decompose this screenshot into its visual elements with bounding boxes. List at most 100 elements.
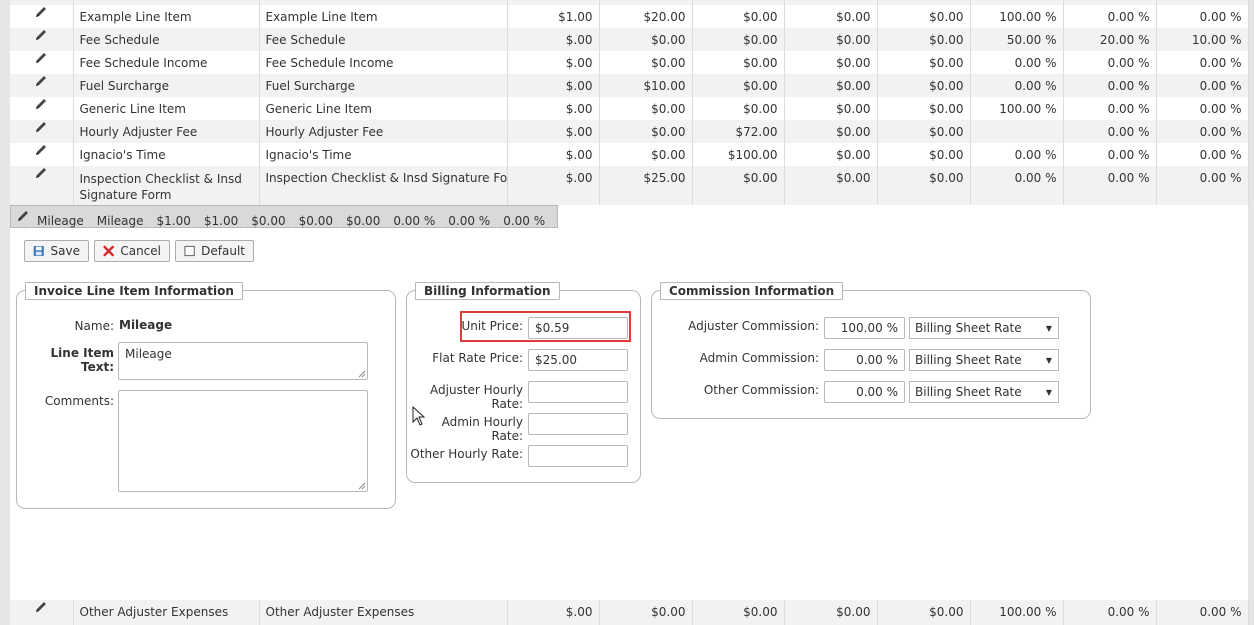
table-row[interactable]: Ignacio's Time Ignacio's Time $.00 $0.00 $10… [10, 143, 1249, 166]
value-cell-p2: 0.00 % [1063, 166, 1157, 205]
table-row[interactable]: Fuel Surcharge Fuel Surcharge $.00 $10.00 $0… [10, 74, 1249, 97]
table-row[interactable]: Inspection Checklist & Insd Signature Fo… [10, 166, 1249, 205]
line-item-text-cell: Generic Line Item [259, 97, 508, 120]
table-row[interactable]: Hourly Adjuster Fee Hourly Adjuster Fee $.… [10, 120, 1249, 143]
value-cell-c4: $0.00 [784, 600, 878, 625]
right-scrollbar-track[interactable] [1248, 0, 1254, 625]
other-commission-input[interactable]: 0.00 % [824, 381, 905, 403]
value-cell-c3: $100.00 [692, 143, 785, 166]
comments-label: Comments: [44, 394, 114, 408]
value-cell-p1: 0.00 % [970, 166, 1064, 205]
value-cell-p2: 0.00 % [441, 209, 498, 228]
value-cell-c3: $0.00 [692, 97, 785, 120]
adjuster-commission-label: Adjuster Commission: [688, 319, 819, 333]
flat-rate-price-label: Flat Rate Price: [432, 351, 523, 365]
admin-commission-select[interactable]: Billing Sheet Rate ▼ [909, 349, 1059, 371]
edit-cell[interactable] [16, 209, 31, 228]
adjuster-commission-input[interactable]: 100.00 % [824, 317, 905, 339]
value-cell-c2: $0.00 [599, 97, 693, 120]
line-item-text-cell: Fuel Surcharge [259, 74, 508, 97]
value-cell-c1: $.00 [507, 97, 600, 120]
cancel-button[interactable]: Cancel [94, 240, 170, 262]
other-commission-label: Other Commission: [703, 383, 819, 397]
table-row[interactable]: Fee Schedule Income Fee Schedule Income $.… [10, 51, 1249, 74]
line-items-grid: Example Line Item Example Line Item $1.00 $… [10, 0, 1249, 228]
edit-cell[interactable] [10, 74, 74, 97]
chevron-down-icon: ▼ [1045, 355, 1053, 365]
value-cell-c2: $0.00 [599, 143, 693, 166]
pencil-edit-icon [36, 30, 47, 40]
value-cell-c1: $.00 [507, 166, 600, 205]
edit-cell[interactable] [10, 166, 74, 205]
admin-hourly-rate-input[interactable] [528, 413, 628, 435]
value-cell-p2: 0.00 % [1063, 97, 1157, 120]
pencil-edit-icon [36, 99, 47, 109]
value-cell-p1: 50.00 % [970, 28, 1064, 51]
edit-cell[interactable] [10, 51, 74, 74]
table-row[interactable]: Fee Schedule Fee Schedule $.00 $0.00 $0.00 $0… [10, 28, 1249, 51]
value-cell-c1: $.00 [507, 600, 600, 625]
default-label: Default [201, 244, 245, 258]
edit-cell[interactable] [10, 600, 74, 625]
comments-input[interactable] [118, 390, 368, 492]
other-commission-select[interactable]: Billing Sheet Rate ▼ [909, 381, 1059, 403]
edit-cell[interactable] [10, 143, 74, 166]
line-item-text-cell: Mileage [90, 209, 151, 228]
resize-grip-icon[interactable] [358, 370, 366, 378]
value-cell-p1: 100.00 % [970, 97, 1064, 120]
close-icon [103, 245, 114, 257]
value-cell-p1: 100.00 % [970, 600, 1064, 625]
value-cell-c2: $25.00 [599, 166, 693, 205]
line-item-text-cell: Example Line Item [259, 5, 508, 28]
value-cell-p1 [970, 120, 1064, 143]
value-cell-c5: $0.00 [877, 28, 971, 51]
value-cell-p3: 0.00 % [1156, 166, 1249, 205]
value-cell-c5: $0.00 [877, 74, 971, 97]
table-row[interactable]: Example Line Item Example Line Item $1.00 $… [10, 5, 1249, 28]
value-cell-c5: $0.00 [877, 120, 971, 143]
value-cell-c4: $0.00 [784, 166, 878, 205]
value-cell-p3: 0.00 % [1156, 51, 1249, 74]
flat-rate-price-input[interactable]: $25.00 [528, 349, 628, 371]
invoice-line-item-legend: Invoice Line Item Information [25, 282, 243, 300]
value-cell-c4: $0.00 [784, 5, 878, 28]
other-hourly-rate-input[interactable] [528, 445, 628, 467]
admin-commission-label: Admin Commission: [699, 351, 819, 365]
table-row[interactable]: Generic Line Item Generic Line Item $.00 $0… [10, 97, 1249, 120]
default-button[interactable]: Default [175, 240, 254, 262]
adjuster-hourly-rate-input[interactable] [528, 381, 628, 403]
adjuster-commission-select[interactable]: Billing Sheet Rate ▼ [909, 317, 1059, 339]
edit-cell[interactable] [10, 5, 74, 28]
commission-information-legend: Commission Information [660, 282, 844, 300]
edit-cell[interactable] [10, 97, 74, 120]
pencil-edit-icon [36, 122, 47, 132]
chevron-down-icon: ▼ [1045, 387, 1053, 397]
resize-grip-icon[interactable] [358, 482, 366, 490]
edit-cell[interactable] [10, 120, 74, 143]
value-cell-c1: $.00 [507, 28, 600, 51]
edit-cell[interactable] [10, 28, 74, 51]
value-cell-p2: 0.00 % [1063, 143, 1157, 166]
admin-commission-input[interactable]: 0.00 % [824, 349, 905, 371]
line-item-name-cell: Fee Schedule Income [73, 51, 260, 74]
value-cell-p1: 0.00 % [970, 51, 1064, 74]
value-cell-c1: $.00 [507, 51, 600, 74]
value-cell-c2: $0.00 [599, 120, 693, 143]
save-button[interactable]: Save [24, 240, 89, 262]
line-item-text-input[interactable]: Mileage [118, 342, 368, 380]
value-cell-c4: $0.00 [784, 28, 878, 51]
line-items-grid-continued: Other Adjuster Expenses Other Adjuster Ex… [10, 600, 1249, 625]
pencil-edit-icon [18, 211, 28, 221]
cancel-label: Cancel [120, 244, 161, 258]
line-item-name-cell: Mileage [30, 209, 91, 228]
value-cell-c2: $10.00 [599, 74, 693, 97]
value-cell-c3: $0.00 [692, 74, 785, 97]
adjuster-commission-select-value: Billing Sheet Rate [915, 321, 1022, 335]
value-cell-p1: 0.00 % [970, 143, 1064, 166]
value-cell-p1: 100.00 % [970, 5, 1064, 28]
value-cell-p3: 10.00 % [1156, 28, 1249, 51]
value-cell-c4: $0.00 [784, 51, 878, 74]
table-row[interactable]: Mileage Mileage $1.00 $1.00 $0.00 $0.00 $0.00 0… [10, 205, 559, 228]
value-cell-c1: $.00 [507, 74, 600, 97]
table-row[interactable]: Other Adjuster Expenses Other Adjuster Ex… [10, 600, 1249, 625]
